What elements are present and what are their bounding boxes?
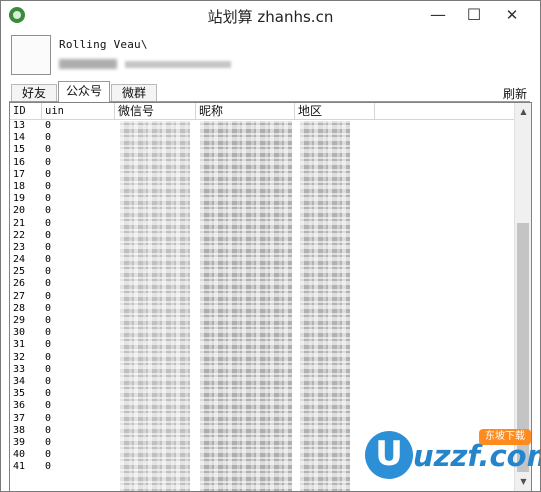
row-uin: 0 [45, 400, 52, 412]
row-uin: 0 [45, 302, 52, 314]
row-id: 23 [13, 241, 26, 253]
row-id: 36 [13, 400, 26, 412]
redacted-wechat-ids [120, 121, 190, 491]
row-id: 19 [13, 193, 26, 205]
column-header-id[interactable]: ID [10, 103, 42, 119]
row-uin: 0 [45, 168, 52, 180]
column-header-region[interactable]: 地区 [295, 103, 375, 119]
row-id: 40 [13, 449, 26, 461]
refresh-button[interactable]: 刷新 [503, 85, 527, 102]
row-id: 39 [13, 436, 26, 448]
row-uin: 0 [45, 388, 52, 400]
title-bar[interactable]: 站划算 zhanhs.cn — ☐ ✕ [1, 1, 540, 31]
row-uin: 0 [45, 241, 52, 253]
tab-friends[interactable]: 好友 [11, 84, 57, 102]
row-uin: 0 [45, 327, 52, 339]
row-uin: 0 [45, 461, 52, 473]
tab-groups[interactable]: 微群 [111, 84, 157, 102]
row-uin: 0 [45, 351, 52, 363]
minimize-button[interactable]: — [421, 1, 455, 31]
tab-official-accounts[interactable]: 公众号 [58, 81, 110, 102]
row-uin: 0 [45, 424, 52, 436]
row-uin: 0 [45, 132, 52, 144]
column-header-uin[interactable]: uin [42, 103, 115, 119]
row-id: 24 [13, 254, 26, 266]
row-id: 22 [13, 229, 26, 241]
tab-bar: 好友 公众号 微群 [1, 81, 540, 103]
row-uin: 0 [45, 254, 52, 266]
row-id: 26 [13, 278, 26, 290]
profile-name: Rolling Veau\ [59, 38, 148, 51]
row-id: 28 [13, 302, 26, 314]
profile-panel: Rolling Veau\ [1, 31, 540, 81]
row-id: 16 [13, 156, 26, 168]
column-header-nickname[interactable]: 昵称 [196, 103, 295, 119]
row-id: 14 [13, 132, 26, 144]
row-uin: 0 [45, 266, 52, 278]
row-uin: 0 [45, 229, 52, 241]
row-uin: 0 [45, 217, 52, 229]
redacted-nicknames [200, 121, 292, 491]
row-uin: 0 [45, 278, 52, 290]
row-uin: 0 [45, 144, 52, 156]
row-id: 37 [13, 412, 26, 424]
row-uin: 0 [45, 375, 52, 387]
row-uin: 0 [45, 412, 52, 424]
row-id: 32 [13, 351, 26, 363]
row-id: 41 [13, 461, 26, 473]
row-id: 21 [13, 217, 26, 229]
row-uin: 0 [45, 120, 52, 131]
row-uin: 0 [45, 339, 52, 351]
watermark-u-icon: U [365, 431, 413, 479]
row-id: 18 [13, 180, 26, 192]
row-id: 33 [13, 363, 26, 375]
row-id: 13 [13, 120, 26, 131]
row-uin: 0 [45, 290, 52, 302]
row-id: 15 [13, 144, 26, 156]
maximize-button[interactable]: ☐ [457, 1, 491, 31]
row-id: 30 [13, 327, 26, 339]
row-id: 25 [13, 266, 26, 278]
column-header-wechat-id[interactable]: 微信号 [115, 103, 196, 119]
row-id: 17 [13, 168, 26, 180]
watermark-badge: 东坡下载 [479, 429, 531, 445]
row-uin: 0 [45, 315, 52, 326]
row-id: 29 [13, 315, 26, 326]
row-uin: 0 [45, 156, 52, 168]
row-uin: 0 [45, 205, 52, 217]
row-uin: 0 [45, 449, 52, 461]
row-id: 38 [13, 424, 26, 436]
row-id: 31 [13, 339, 26, 351]
avatar [11, 35, 51, 75]
redacted-value [125, 61, 231, 68]
watermark-logo: U uzzf.com 东坡下载 [363, 425, 540, 489]
row-uin: 0 [45, 363, 52, 375]
row-uin: 0 [45, 436, 52, 448]
close-button[interactable]: ✕ [495, 1, 529, 31]
row-id: 35 [13, 388, 26, 400]
list-header: ID uin 微信号 昵称 地区 [10, 103, 514, 120]
row-uin: 0 [45, 193, 52, 205]
redacted-regions [300, 121, 350, 491]
row-id: 20 [13, 205, 26, 217]
row-id: 34 [13, 375, 26, 387]
redacted-label [59, 59, 117, 69]
app-window: 站划算 zhanhs.cn — ☐ ✕ Rolling Veau\ 好友 公众号… [0, 0, 541, 492]
scroll-up-arrow-icon[interactable]: ▲ [515, 103, 531, 120]
row-id: 27 [13, 290, 26, 302]
row-uin: 0 [45, 180, 52, 192]
